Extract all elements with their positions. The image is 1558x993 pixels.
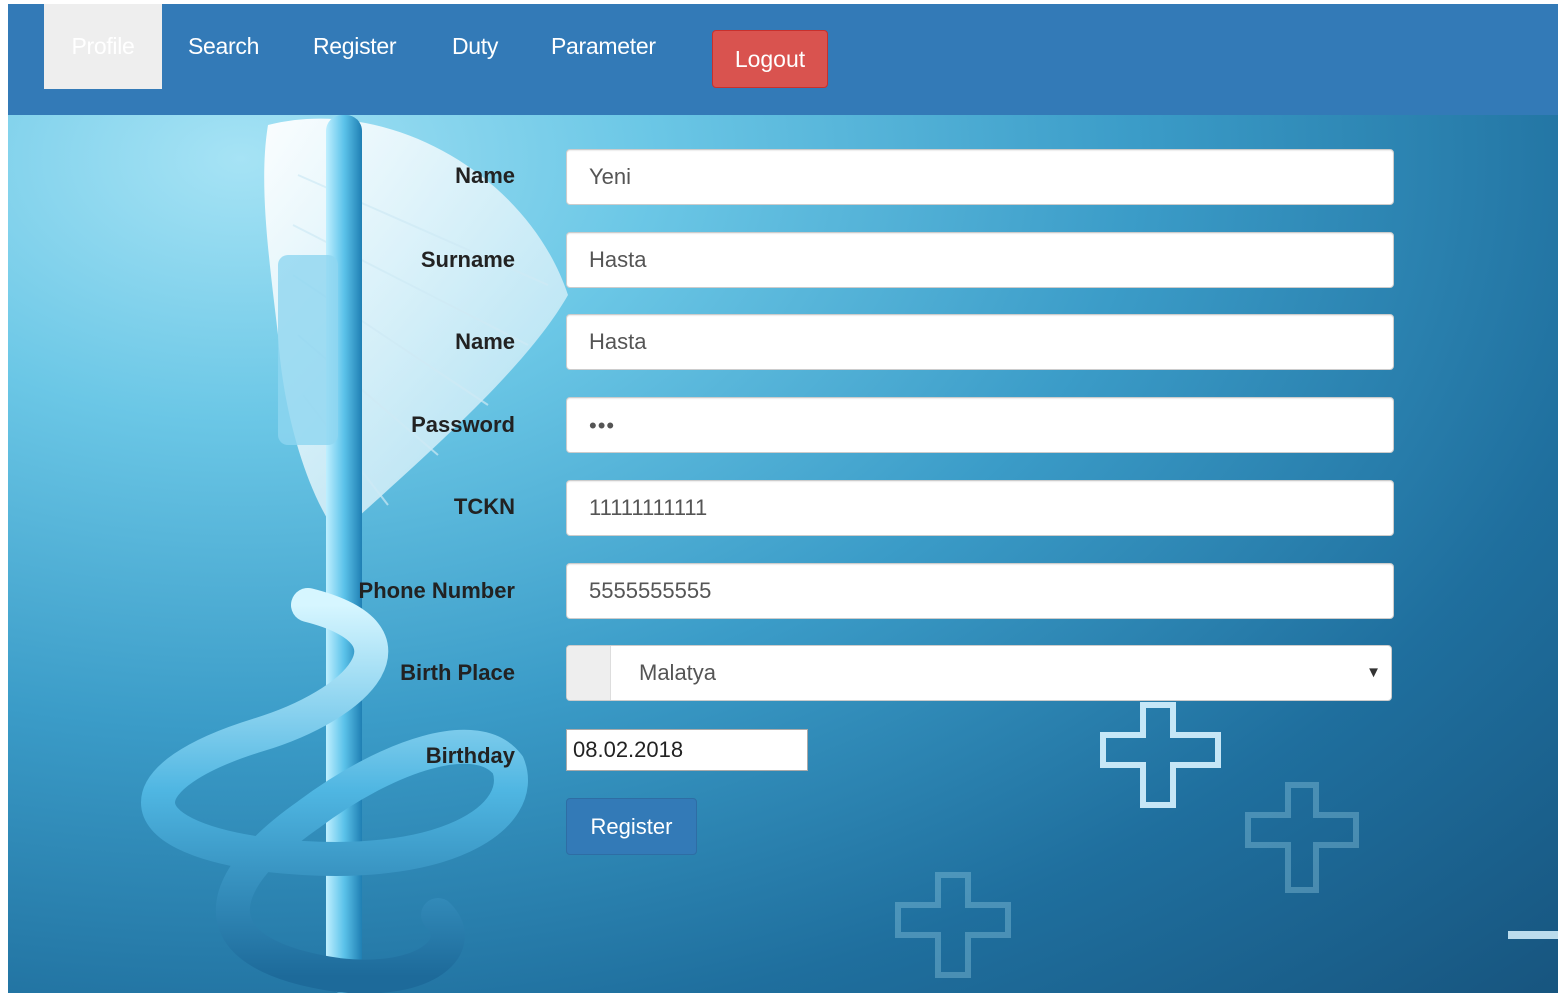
phone-number-input[interactable]: [566, 563, 1394, 619]
register-submit-button[interactable]: Register: [566, 798, 697, 855]
phone-number-label: Phone Number: [358, 578, 515, 603]
tckn-label: TCKN: [453, 494, 515, 519]
nav-item-register[interactable]: Register: [313, 4, 397, 89]
hero-background: Name Surname Name Password ••• TCKN Phon…: [8, 115, 1558, 993]
password-mask: •••: [589, 413, 616, 438]
cross-icon: [1100, 702, 1221, 808]
birth-place-value: Malatya: [639, 660, 717, 685]
password-input[interactable]: •••: [566, 397, 1394, 453]
tckn-input[interactable]: [566, 480, 1394, 536]
app-frame: Profile Search Register Duty Parameter L…: [8, 4, 1558, 993]
top-navbar: Profile Search Register Duty Parameter L…: [8, 4, 1558, 115]
surname-input[interactable]: [566, 232, 1394, 288]
name-label: Name: [455, 163, 515, 188]
username-input[interactable]: [566, 314, 1394, 370]
birthday-label: Birthday: [425, 743, 515, 768]
cross-icon-corner: [1508, 931, 1558, 939]
caret-down-icon: ▼: [1366, 664, 1381, 681]
logout-button[interactable]: Logout: [712, 30, 828, 88]
birthday-input[interactable]: 08.02.2018: [566, 729, 808, 771]
username-label: Name: [455, 329, 515, 354]
birth-place-select[interactable]: Malatya ▼: [566, 645, 1392, 701]
nav-item-duty[interactable]: Duty: [452, 4, 498, 89]
surname-label: Surname: [420, 247, 515, 272]
select-addon: [567, 646, 611, 700]
password-label: Password: [411, 412, 515, 437]
cross-icon-faint: [895, 782, 1359, 978]
nav-item-parameter[interactable]: Parameter: [551, 4, 656, 89]
nav-item-profile[interactable]: Profile: [44, 4, 162, 89]
nav-item-search[interactable]: Search: [188, 4, 259, 89]
name-input[interactable]: [566, 149, 1394, 205]
staff-handle: [278, 255, 338, 445]
birth-place-label: Birth Place: [400, 660, 515, 685]
